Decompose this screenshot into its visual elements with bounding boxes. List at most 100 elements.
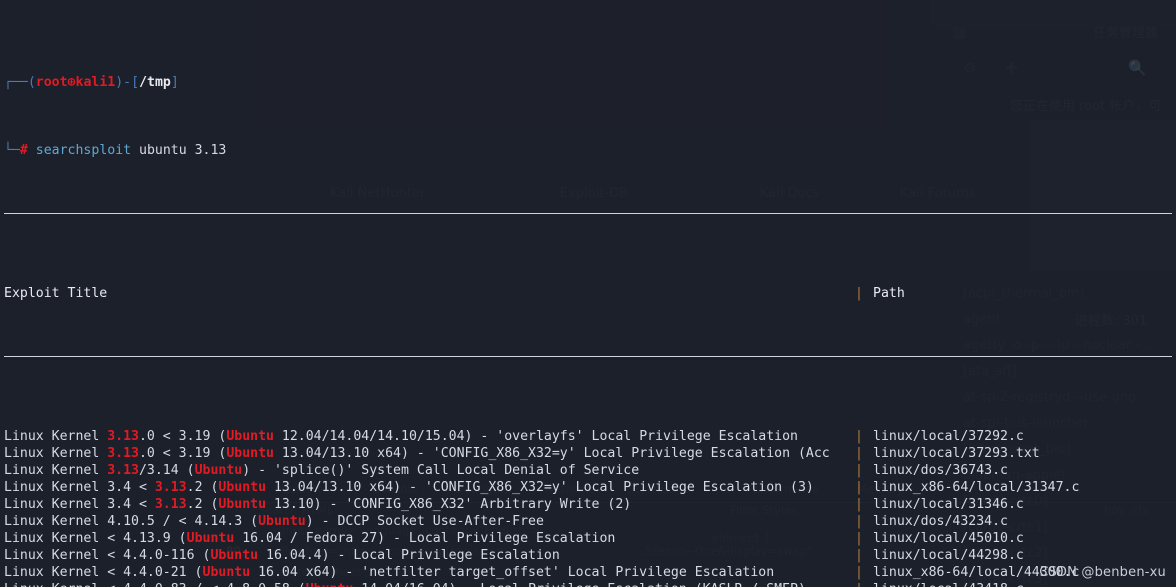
exploit-title-cell: Linux Kernel < 4.4.0-83 / < 4.8.0-58 (Ub…: [4, 581, 855, 587]
title-text: 13.10) - 'CONFIG_X86_X32' Arbitrary Writ…: [266, 497, 632, 512]
exploit-title-cell: Linux Kernel 3.4 < 3.13.2 (Ubuntu 13.10)…: [4, 496, 855, 513]
prompt-host: kali1: [75, 75, 116, 90]
table-row: Linux Kernel < 4.4.0-116 (Ubuntu 16.04.4…: [0, 547, 1176, 564]
table-top-rule: [4, 213, 1172, 214]
exploit-path-cell: linux/local/43418.c: [873, 581, 1024, 587]
title-text: 16.04.4) - Local Privilege Escalation: [258, 548, 560, 563]
bracket-open: [: [131, 75, 140, 90]
watermark: CSDN @benben-xu: [1039, 565, 1166, 580]
match-highlight: Ubuntu: [226, 446, 274, 461]
title-text: Linux Kernel 3.4 <: [4, 497, 155, 512]
title-text: 12.04/14.04/14.10/15.04) - 'overlayfs' L…: [273, 429, 798, 444]
title-text: .2 (: [186, 480, 219, 495]
title-text: 13.04/13.10 x64) - 'CONFIG_X86_X32=y' Lo…: [266, 480, 814, 495]
match-highlight: 3.13: [107, 429, 139, 444]
column-separator: |: [855, 581, 873, 587]
title-text: Linux Kernel: [4, 463, 108, 478]
column-separator: |: [855, 429, 863, 444]
title-text: 16.04 x64) - 'netfilter target_offset' L…: [250, 565, 775, 580]
exploit-path-cell: linux/local/31346.c: [873, 497, 1024, 512]
column-separator: |: [855, 497, 863, 512]
table-row: Linux Kernel 3.4 < 3.13.2 (Ubuntu 13.10)…: [0, 496, 1176, 513]
title-text: Linux Kernel 4.10.5 / < 4.14.3 (: [4, 514, 259, 529]
exploit-path-cell: linux/local/45010.c: [873, 531, 1024, 546]
match-highlight: Ubuntu: [210, 548, 259, 563]
column-header-path: Path: [873, 286, 905, 301]
title-text: ) - 'splice()' System Call Local Denial …: [242, 463, 640, 478]
column-separator: |: [855, 286, 863, 301]
table-row: Linux Kernel 3.13/3.14 (Ubuntu) - 'splic…: [0, 462, 1176, 479]
exploit-path-cell: linux_x86-64/local/31347.c: [873, 480, 1080, 495]
table-header-row: Exploit Title | Path: [0, 285, 1176, 302]
title-text: .2 (: [186, 497, 219, 512]
table-row: Linux Kernel < 4.4.0-21 (Ubuntu 16.04 x6…: [0, 564, 1176, 581]
exploit-title-cell: Linux Kernel 3.4 < 3.13.2 (Ubuntu 13.04/…: [4, 479, 855, 496]
table-header-rule: [4, 356, 1172, 357]
column-separator: |: [855, 480, 863, 495]
paren-open: (: [27, 75, 36, 90]
match-highlight: Ubuntu: [194, 463, 243, 478]
match-highlight: 3.13: [107, 446, 139, 461]
match-highlight: Ubuntu: [306, 582, 354, 587]
table-row: Linux Kernel 4.10.5 / < 4.14.3 (Ubuntu) …: [0, 513, 1176, 530]
title-text: .0 < 3.19 (: [138, 429, 227, 444]
exploit-title-cell: Linux Kernel < 4.4.0-116 (Ubuntu 16.04.4…: [4, 547, 855, 564]
match-highlight: Ubuntu: [258, 514, 306, 529]
exploit-path-cell: linux/local/44298.c: [873, 548, 1024, 563]
table-row: Linux Kernel < 4.4.0-83 / < 4.8.0-58 (Ub…: [0, 581, 1176, 587]
prompt-dash: -: [123, 75, 132, 90]
at-icon: ⊕: [67, 75, 76, 90]
column-separator: |: [855, 463, 863, 478]
exploit-title-cell: Linux Kernel < 4.4.0-21 (Ubuntu 16.04 x6…: [4, 564, 855, 581]
match-highlight: Ubuntu: [202, 565, 251, 580]
match-highlight: 3.13: [154, 480, 187, 495]
column-separator: |: [855, 531, 863, 546]
title-text: Linux Kernel < 4.4.0-21 (: [4, 565, 203, 580]
title-text: Linux Kernel: [4, 429, 108, 444]
title-text: Linux Kernel < 4.13.9 (: [4, 531, 187, 546]
exploit-path-cell: linux/local/37293.txt: [873, 446, 1040, 461]
table-row: Linux Kernel 3.13.0 < 3.19 (Ubuntu 13.04…: [0, 445, 1176, 462]
table-row: Linux Kernel < 4.13.9 (Ubuntu 16.04 / Fe…: [0, 530, 1176, 547]
match-highlight: Ubuntu: [226, 429, 274, 444]
match-highlight: Ubuntu: [218, 480, 267, 495]
prompt-corner-bottom: └─: [4, 143, 20, 158]
exploit-path-cell: linux/dos/36743.c: [873, 463, 1008, 478]
title-text: /3.14 (: [138, 463, 195, 478]
title-text: ) - DCCP Socket Use-After-Free: [305, 514, 544, 529]
exploit-title-cell: Linux Kernel 4.10.5 / < 4.14.3 (Ubuntu) …: [4, 513, 855, 530]
column-separator: |: [855, 446, 863, 461]
exploit-title-cell: Linux Kernel 3.13/3.14 (Ubuntu) - 'splic…: [4, 462, 855, 479]
prompt-cwd: /tmp: [139, 75, 171, 90]
exploit-path-cell: linux/dos/43234.c: [873, 514, 1008, 529]
match-highlight: Ubuntu: [186, 531, 235, 546]
title-text: Linux Kernel < 4.4.0-116 (: [4, 548, 211, 563]
exploit-title-cell: Linux Kernel 3.13.0 < 3.19 (Ubuntu 12.04…: [4, 428, 855, 445]
match-highlight: 3.13: [107, 463, 139, 478]
title-text: 13.04/13.10 x64) - 'CONFIG_X86_X32=y' Lo…: [273, 446, 830, 461]
bracket-close: ]: [170, 75, 179, 90]
command-args-1: ubuntu 3.13: [131, 143, 227, 158]
table-row: Linux Kernel 3.4 < 3.13.2 (Ubuntu 13.04/…: [0, 479, 1176, 496]
exploit-title-cell: Linux Kernel < 4.13.9 (Ubuntu 16.04 / Fe…: [4, 530, 855, 547]
match-highlight: 3.13: [154, 497, 187, 512]
column-header-title: Exploit Title: [4, 286, 108, 301]
terminal-window[interactable]: ┌──(root⊕kali1)-[/tmp] └─# searchsploit …: [0, 0, 1176, 587]
title-text: .0 < 3.19 (: [138, 446, 227, 461]
paren-close: ): [115, 75, 124, 90]
exploit-title-cell: Linux Kernel 3.13.0 < 3.19 (Ubuntu 13.04…: [4, 445, 855, 462]
title-text: 14.04/16.04) - Local Privilege Escalatio…: [353, 582, 806, 587]
title-text: 16.04 / Fedora 27) - Local Privilege Esc…: [234, 531, 616, 546]
column-separator: |: [855, 514, 863, 529]
table-row: Linux Kernel 3.13.0 < 3.19 (Ubuntu 12.04…: [0, 428, 1176, 445]
prompt-user: root: [35, 75, 68, 90]
prompt-line-1-top: ┌──(root⊕kali1)-[/tmp]: [0, 74, 1176, 91]
exploit-results-table: Linux Kernel 3.13.0 < 3.19 (Ubuntu 12.04…: [0, 428, 1176, 587]
prompt-corner-top: ┌──: [4, 75, 28, 90]
column-separator: |: [855, 565, 863, 580]
prompt-sigil: #: [19, 143, 28, 158]
column-separator: |: [855, 548, 863, 563]
command-name-searchsploit: searchsploit: [35, 143, 132, 158]
title-text: Linux Kernel: [4, 446, 108, 461]
command-line-1[interactable]: └─# searchsploit ubuntu 3.13: [0, 142, 1176, 159]
